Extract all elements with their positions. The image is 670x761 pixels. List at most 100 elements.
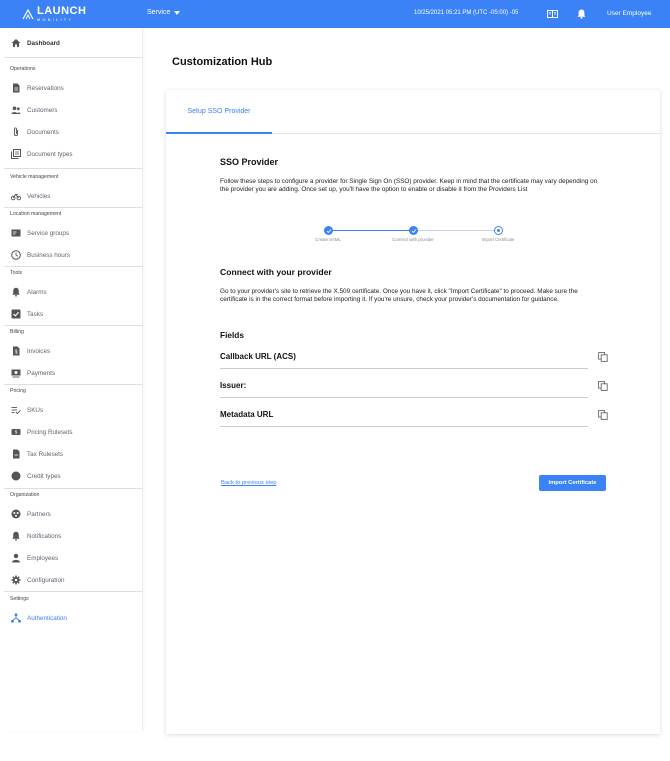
section-title-sso-provider: SSO Provider xyxy=(220,157,279,167)
tag-icon: $ xyxy=(11,429,21,435)
section-header-vehicle-management: Vehicle management xyxy=(10,174,59,180)
book-icon[interactable] xyxy=(547,10,558,18)
paperclip-icon xyxy=(14,127,18,137)
gear-icon xyxy=(11,575,21,585)
sidebar-divider xyxy=(4,207,143,208)
launch-mobility-logo[interactable]: LAUNCH MOBILITY xyxy=(22,5,86,23)
sidebar-item-reservations[interactable]: Reservations xyxy=(4,78,143,98)
sidebar-item-authentication[interactable]: Authentication xyxy=(4,608,143,628)
section-header-operations: Operations xyxy=(10,66,36,72)
tab-setup-sso-provider[interactable]: Setup SSO Provider xyxy=(166,90,272,134)
sso-description: Follow these steps to configure a provid… xyxy=(220,178,598,193)
user-menu[interactable]: User Employee xyxy=(607,10,651,17)
sidebar-divider xyxy=(4,325,143,326)
sidebar-item-label: Invoices xyxy=(27,347,51,355)
field-label: Callback URL (ACS) xyxy=(220,352,296,361)
service-dropdown[interactable]: Service xyxy=(147,9,181,16)
field-callback-url: Callback URL (ACS) xyxy=(220,349,588,369)
sidebar-item-credit-types[interactable]: Credit types xyxy=(4,466,143,486)
sidebar-divider xyxy=(4,591,143,592)
sidebar-item-document-types[interactable]: Document types xyxy=(4,144,143,164)
stepper-connector xyxy=(328,230,413,231)
field-metadata-url: Metadata URL xyxy=(220,407,588,427)
logo-mark-icon xyxy=(22,8,34,20)
sidebar-item-tax-rulesets[interactable]: Tax Rulesets xyxy=(4,444,143,464)
sidebar-item-dashboard[interactable]: Dashboard xyxy=(4,33,143,53)
sidebar-item-skus[interactable]: SKUs xyxy=(4,400,143,420)
sidebar-item-configuration[interactable]: Configuration xyxy=(4,570,143,590)
back-to-previous-step-link[interactable]: Back to previous step xyxy=(221,480,276,486)
section-title-connect: Connect with your provider xyxy=(220,267,332,277)
svg-text:$: $ xyxy=(15,349,18,355)
section-header-billing: Billing xyxy=(10,329,24,335)
field-issuer: Issuer: xyxy=(220,378,588,398)
sidebar-item-label: Vehicles xyxy=(27,192,51,200)
copy-icon[interactable] xyxy=(598,410,608,420)
page-title: Customization Hub xyxy=(172,56,273,68)
bike-icon xyxy=(11,193,21,201)
sidebar-item-label: Partners xyxy=(27,510,51,518)
circle-icon xyxy=(11,471,21,481)
sidebar-item-business-hours[interactable]: Business hours xyxy=(4,245,143,265)
sidebar-item-partners[interactable]: Partners xyxy=(4,504,143,524)
section-header-tools: Tools xyxy=(10,270,23,276)
bell-icon xyxy=(12,531,20,541)
notifications-bell-icon[interactable] xyxy=(577,9,586,19)
list-check-icon xyxy=(11,407,21,415)
sidebar-item-label: Notifications xyxy=(27,532,62,540)
import-certificate-button[interactable]: Import Certificate xyxy=(539,475,606,491)
logo-subtext: MOBILITY xyxy=(37,17,74,22)
tab-label: Setup SSO Provider xyxy=(187,107,251,115)
datetime-display: 10/25/2021 05:21 PM (UTC -05:00) -05 xyxy=(414,10,519,16)
sidebar-item-label: Reservations xyxy=(27,84,64,92)
invoice-icon: $ xyxy=(13,346,20,356)
step-label: Create SAML xyxy=(315,237,341,242)
sidebar-item-service-groups[interactable]: Service groups xyxy=(4,223,143,243)
copy-icon[interactable] xyxy=(598,352,608,362)
step-2-check-icon xyxy=(409,226,418,235)
sidebar-item-label: SKUs xyxy=(27,406,44,414)
sidebar-item-employees[interactable]: Employees xyxy=(4,548,143,568)
stepper-connector xyxy=(413,230,498,231)
sidebar-item-label: Dashboard xyxy=(27,39,60,47)
handshake-icon xyxy=(11,509,21,519)
connect-description: Go to your provider's site to retrieve t… xyxy=(220,288,578,303)
step-3-current-icon xyxy=(494,226,503,235)
sidebar-item-label: Payments xyxy=(27,369,55,377)
step-label: Connect with provider xyxy=(392,237,434,242)
sidebar-item-label: Service groups xyxy=(27,229,69,237)
sidebar-divider xyxy=(4,266,143,267)
bell-icon xyxy=(12,287,20,297)
sidebar-item-vehicles[interactable]: Vehicles xyxy=(4,186,143,206)
sidebar-item-label: Credit types xyxy=(27,472,61,480)
sidebar-item-pricing-rulesets[interactable]: $ Pricing Rulesets xyxy=(4,422,143,442)
top-app-bar: LAUNCH MOBILITY Service 10/25/2021 05:21… xyxy=(0,0,670,28)
step-label: Import Certificate xyxy=(481,237,515,242)
sidebar-item-label: Document types xyxy=(27,150,73,158)
section-header-settings: Settings xyxy=(10,596,29,602)
caret-down-icon xyxy=(174,10,181,15)
sidebar-item-documents[interactable]: Documents xyxy=(4,122,143,142)
service-label: Service xyxy=(147,9,171,16)
sidebar-item-customers[interactable]: Customers xyxy=(4,100,143,120)
sidebar-item-label: Tasks xyxy=(27,310,44,318)
sidebar-item-notifications[interactable]: Notifications xyxy=(4,526,143,546)
sidebar-item-label: Configuration xyxy=(27,576,65,584)
document-icon xyxy=(13,83,20,93)
network-icon xyxy=(11,613,21,623)
home-icon xyxy=(11,39,21,47)
copy-icon[interactable] xyxy=(598,381,608,391)
sidebar-item-invoices[interactable]: $ Invoices xyxy=(4,341,143,361)
sidebar-item-tasks[interactable]: Tasks xyxy=(4,304,143,324)
sidebar-item-payments[interactable]: Payments xyxy=(4,363,143,383)
person-icon xyxy=(12,553,20,563)
fields-title: Fields xyxy=(220,330,244,340)
sidebar-divider xyxy=(4,168,143,169)
sidebar-item-label: Tax Rulesets xyxy=(27,450,64,458)
sidebar-divider xyxy=(4,57,143,58)
tab-bar: Setup SSO Provider xyxy=(166,90,660,134)
field-label: Metadata URL xyxy=(220,410,274,419)
sidebar-item-alarms[interactable]: Alarms xyxy=(4,282,143,302)
checkbox-icon xyxy=(11,309,21,319)
section-header-pricing: Pricing xyxy=(10,388,26,394)
